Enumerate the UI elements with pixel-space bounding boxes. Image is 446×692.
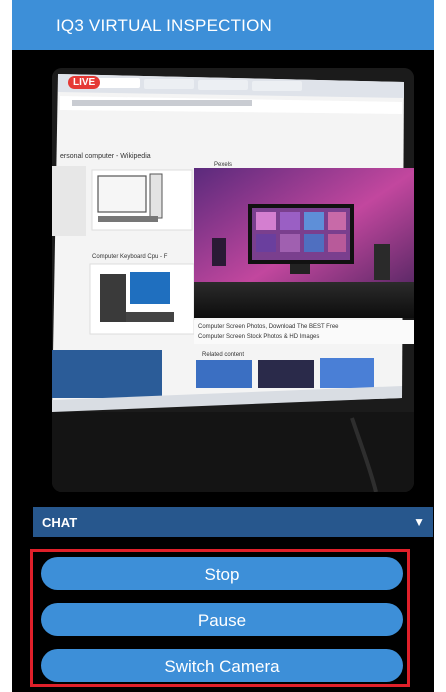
camera-feed-image: ersonal computer - Wikipedia Pexels Comp… [52,68,414,492]
call-controls-highlight: Stop Pause Switch Camera [30,549,410,687]
chat-label: CHAT [42,515,78,530]
camera-feed: ersonal computer - Wikipedia Pexels Comp… [52,68,414,492]
switch-camera-button[interactable]: Switch Camera [41,649,403,682]
pause-button[interactable]: Pause [41,603,403,636]
app-title: IQ3 VIRTUAL INSPECTION [56,16,273,35]
feed-text-search-result: ersonal computer - Wikipedia [60,153,151,160]
live-badge: LIVE [68,76,101,89]
feed-text-caption-2: Computer Screen Stock Photos & HD Images [198,334,319,340]
app-header: IQ3 VIRTUAL INSPECTION [12,0,434,50]
chevron-down-icon[interactable]: ▼ [413,515,425,529]
feed-text-related: Related content [202,352,244,358]
feed-text-pexels: Pexels [214,162,232,168]
feed-text-caption-1: Computer Screen Photos, Download The BES… [198,324,339,330]
chat-panel-toggle[interactable]: CHAT ▼ [33,507,433,537]
stop-button[interactable]: Stop [41,557,403,590]
feed-text-keyboard: Computer Keyboard Cpu - F [92,254,168,260]
